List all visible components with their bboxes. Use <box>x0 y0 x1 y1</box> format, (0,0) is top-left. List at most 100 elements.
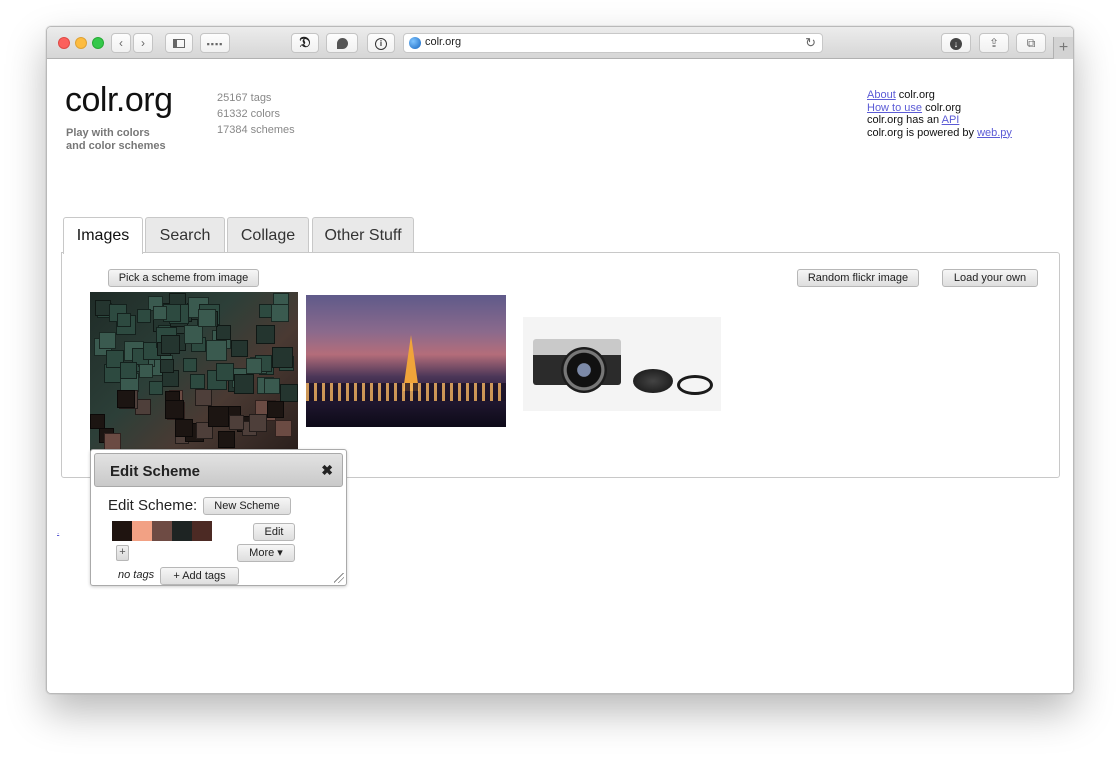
download-button[interactable]: ↓ <box>941 33 971 53</box>
powered-by-text: colr.org is powered by <box>867 126 978 139</box>
how-to-use-link[interactable]: How to use <box>867 102 922 114</box>
tab-other-stuff[interactable]: Other Stuff <box>312 217 414 253</box>
back-button[interactable]: ‹ <box>111 33 131 53</box>
tab-search[interactable]: Search <box>145 217 225 253</box>
new-tab-button[interactable]: + <box>1053 37 1073 59</box>
picked-color-square <box>198 309 216 327</box>
color-swatch[interactable] <box>152 521 172 541</box>
paris-night-image[interactable] <box>306 295 506 427</box>
tab-collage[interactable]: Collage <box>227 217 309 253</box>
picked-color-square <box>218 431 235 448</box>
api-line-text: colr.org has an <box>867 114 942 126</box>
picked-color-square <box>256 325 275 344</box>
about-link[interactable]: About <box>867 89 896 101</box>
extension-bird-button[interactable] <box>326 33 358 53</box>
picked-color-square <box>231 340 248 357</box>
picked-color-square <box>272 347 293 368</box>
browser-toolbar: ‹ › ▪▪▪▪ 𝔇 i colr.org ↻ ↓ ⇪ ⧉ + <box>47 27 1073 59</box>
address-bar[interactable]: colr.org ↻ <box>403 33 823 53</box>
picked-color-square <box>137 309 151 323</box>
stat-tags: 25167 tags <box>217 92 272 104</box>
hidden-link[interactable]: . <box>57 527 59 536</box>
picked-color-square <box>216 325 231 340</box>
tabs-icon: ⧉ <box>1026 36 1036 50</box>
picked-color-square <box>264 378 280 394</box>
picked-color-square <box>183 358 197 372</box>
extension-d-icon: 𝔇 <box>299 34 311 51</box>
top-sites-button[interactable]: ▪▪▪▪ <box>200 33 230 53</box>
color-swatch[interactable] <box>112 521 132 541</box>
resize-handle[interactable] <box>334 573 344 583</box>
share-icon: ⇪ <box>988 36 1000 50</box>
scheme-swatches <box>112 521 212 541</box>
camera-image[interactable] <box>523 317 721 411</box>
more-button[interactable]: More ▾ <box>237 544 295 562</box>
lens-cap-shape <box>633 369 673 393</box>
tabs-button[interactable]: ⧉ <box>1016 33 1046 53</box>
grid-icon: ▪▪▪▪ <box>206 39 224 49</box>
reload-icon[interactable]: ↻ <box>805 35 816 51</box>
api-link[interactable]: API <box>942 114 960 126</box>
color-swatch[interactable] <box>192 521 212 541</box>
about-line-text: colr.org <box>895 89 935 101</box>
sidebar-button[interactable] <box>165 33 193 53</box>
site-tagline: Play with colors and color schemes <box>66 127 186 153</box>
password-button[interactable]: i <box>367 33 395 53</box>
picked-color-square <box>117 390 135 408</box>
picked-color-square <box>275 420 292 437</box>
add-color-button[interactable]: + <box>116 545 129 561</box>
page-content: colr.org Play with colors and color sche… <box>47 59 1073 693</box>
picked-color-square <box>160 359 174 373</box>
picked-color-square <box>161 335 180 354</box>
tagline-line-2: and color schemes <box>66 140 166 152</box>
password-icon: i <box>375 37 387 50</box>
url-text: colr.org <box>425 36 462 48</box>
forward-button[interactable]: › <box>133 33 153 53</box>
picked-color-square <box>139 364 153 378</box>
add-tags-button[interactable]: + Add tags <box>160 567 239 585</box>
minimize-window-button[interactable] <box>75 37 87 49</box>
new-scheme-button[interactable]: New Scheme <box>203 497 291 515</box>
color-swatch[interactable] <box>132 521 152 541</box>
picked-color-square <box>117 313 131 327</box>
random-flickr-button[interactable]: Random flickr image <box>797 269 919 287</box>
picked-color-square <box>280 384 298 402</box>
load-your-own-button[interactable]: Load your own <box>942 269 1038 287</box>
pick-scheme-button[interactable]: Pick a scheme from image <box>108 269 259 287</box>
picked-color-square <box>216 363 234 381</box>
edit-button[interactable]: Edit <box>253 523 295 541</box>
picked-color-square <box>120 362 137 379</box>
picked-color-square <box>229 415 244 430</box>
close-icon[interactable]: ✖ <box>321 462 333 479</box>
dialog-header[interactable]: Edit Scheme ✖ <box>94 453 343 487</box>
picked-color-square <box>165 400 184 419</box>
dialog-title: Edit Scheme <box>110 463 201 480</box>
filter-ring-shape <box>677 375 713 395</box>
extension-d-button[interactable]: 𝔇 <box>291 33 319 53</box>
color-swatch[interactable] <box>172 521 192 541</box>
picked-color-square <box>208 406 229 427</box>
site-stats: 25167 tags 61332 colors 17384 schemes <box>217 90 295 138</box>
picked-color-square <box>99 332 116 349</box>
download-icon: ↓ <box>950 37 962 50</box>
picked-color-square <box>153 306 167 320</box>
picked-color-square <box>90 414 105 429</box>
scheme-source-image[interactable] <box>90 292 298 452</box>
picked-color-square <box>234 374 254 394</box>
zoom-window-button[interactable] <box>92 37 104 49</box>
city-lights-shape <box>306 383 506 401</box>
share-button[interactable]: ⇪ <box>979 33 1009 53</box>
tab-images[interactable]: Images <box>63 217 143 254</box>
site-logo[interactable]: colr.org <box>65 81 173 120</box>
no-tags-label: no tags <box>118 569 155 581</box>
close-window-button[interactable] <box>58 37 70 49</box>
stat-colors: 61332 colors <box>217 108 280 120</box>
picked-color-square <box>104 433 121 450</box>
forward-icon: › <box>141 36 145 50</box>
browser-window: ‹ › ▪▪▪▪ 𝔇 i colr.org ↻ ↓ ⇪ ⧉ + colr.org… <box>46 26 1074 694</box>
sidebar-icon <box>173 39 185 49</box>
picked-color-square <box>175 419 193 437</box>
picked-color-square <box>149 381 163 395</box>
webpy-link[interactable]: web.py <box>977 127 1012 139</box>
tagline-line-1: Play with colors <box>66 127 150 139</box>
